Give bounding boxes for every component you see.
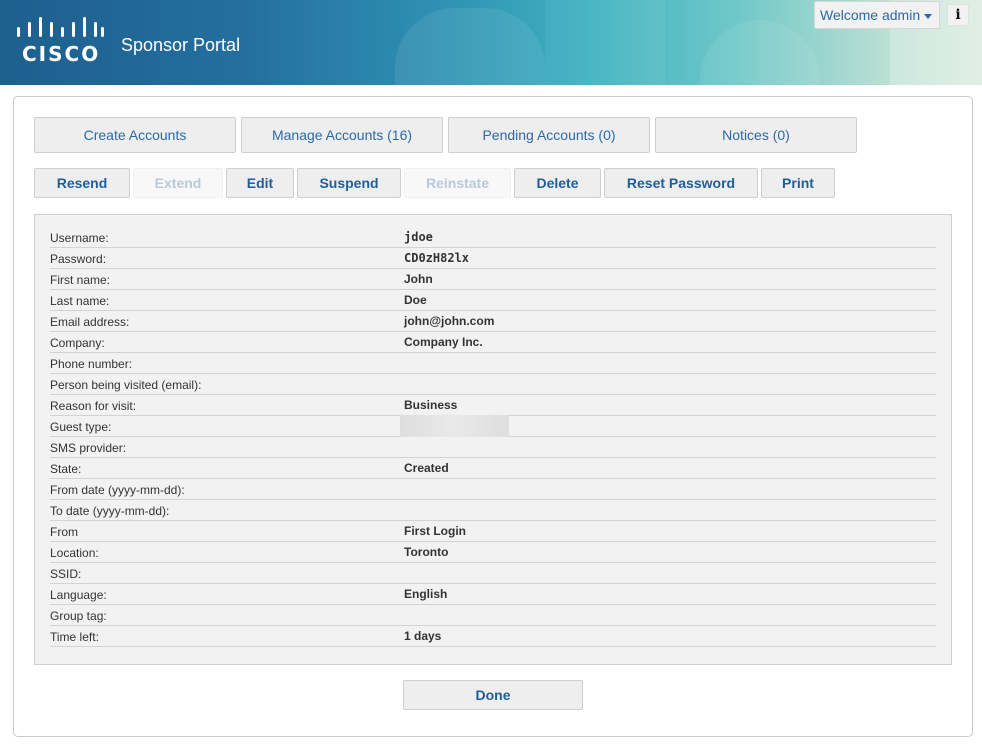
detail-label: From: [50, 525, 78, 539]
portal-header: CISCO Sponsor Portal Welcome admin i: [0, 0, 982, 85]
detail-value: Created: [404, 461, 449, 475]
delete-button[interactable]: Delete: [514, 168, 601, 198]
detail-value: Toronto: [404, 545, 449, 559]
reset-password-button[interactable]: Reset Password: [604, 168, 758, 198]
detail-row-person-visited: Person being visited (email):: [50, 374, 936, 395]
detail-label: SSID:: [50, 567, 82, 581]
detail-row-time-left: Time left: 1 days: [50, 626, 936, 647]
welcome-label: Welcome admin: [820, 7, 921, 23]
tab-manage-accounts[interactable]: Manage Accounts (16): [241, 117, 443, 153]
detail-row-from: From First Login: [50, 521, 936, 542]
detail-value: CD0zH82lx: [404, 251, 470, 265]
detail-label: Location:: [50, 546, 99, 560]
detail-label: Phone number:: [50, 357, 133, 371]
tab-create-accounts[interactable]: Create Accounts: [34, 117, 236, 153]
detail-row-email: Email address: john@john.com: [50, 311, 936, 332]
detail-label: Guest type:: [50, 420, 112, 434]
detail-value: jdoe: [404, 230, 433, 244]
detail-label: Language:: [50, 588, 107, 602]
detail-label: SMS provider:: [50, 441, 127, 455]
detail-row-sms-provider: SMS provider:: [50, 437, 936, 458]
detail-row-language: Language: English: [50, 584, 936, 605]
detail-label: From date (yyyy-mm-dd):: [50, 483, 185, 497]
detail-value: 1 days: [404, 629, 442, 643]
detail-row-phone: Phone number:: [50, 353, 936, 374]
detail-label: Group tag:: [50, 609, 107, 623]
detail-row-reason: Reason for visit: Business: [50, 395, 936, 416]
redacted-value: [400, 415, 509, 437]
header-decoration: [700, 20, 820, 85]
tab-notices[interactable]: Notices (0): [655, 117, 857, 153]
detail-row-guest-type: Guest type:: [50, 415, 936, 437]
cisco-bars-icon: [17, 17, 104, 37]
suspend-button[interactable]: Suspend: [297, 168, 401, 198]
header-decoration: [395, 8, 545, 85]
cisco-logo: CISCO: [16, 17, 106, 66]
account-details: Username: jdoe Password: CD0zH82lx First…: [34, 214, 952, 665]
detail-label: Person being visited (email):: [50, 378, 202, 392]
detail-label: To date (yyyy-mm-dd):: [50, 504, 170, 518]
welcome-user-menu[interactable]: Welcome admin: [814, 1, 940, 29]
reinstate-button[interactable]: Reinstate: [404, 168, 511, 198]
detail-value: john@john.com: [404, 314, 495, 328]
detail-label: Company:: [50, 336, 105, 350]
detail-label: State:: [50, 462, 82, 476]
account-details-panel: Create Accounts Manage Accounts (16) Pen…: [13, 96, 973, 737]
edit-button[interactable]: Edit: [226, 168, 294, 198]
detail-value: Business: [404, 398, 458, 412]
detail-row-to-date: To date (yyyy-mm-dd):: [50, 500, 936, 521]
cisco-wordmark: CISCO: [22, 42, 101, 66]
detail-label: Time left:: [50, 630, 99, 644]
detail-label: Password:: [50, 252, 107, 266]
detail-label: First name:: [50, 273, 111, 287]
detail-label: Email address:: [50, 315, 130, 329]
detail-row-last-name: Last name: Doe: [50, 290, 936, 311]
tab-pending-accounts[interactable]: Pending Accounts (0): [448, 117, 650, 153]
info-icon[interactable]: i: [947, 4, 969, 26]
portal-title: Sponsor Portal: [121, 35, 241, 55]
detail-row-state: State: Created: [50, 458, 936, 479]
detail-row-company: Company: Company Inc.: [50, 332, 936, 353]
detail-label: Last name:: [50, 294, 110, 308]
detail-value: Company Inc.: [404, 335, 483, 349]
detail-row-password: Password: CD0zH82lx: [50, 248, 936, 269]
detail-value: John: [404, 272, 433, 286]
detail-label: Username:: [50, 231, 109, 245]
caret-down-icon: [924, 13, 933, 19]
detail-label: Reason for visit:: [50, 399, 137, 413]
detail-row-username: Username: jdoe: [50, 227, 936, 248]
header-decoration: [545, 0, 665, 85]
detail-row-first-name: First name: John: [50, 269, 936, 290]
detail-value: Doe: [404, 293, 427, 307]
detail-row-from-date: From date (yyyy-mm-dd):: [50, 479, 936, 500]
resend-button[interactable]: Resend: [34, 168, 130, 198]
print-button[interactable]: Print: [761, 168, 835, 198]
done-button[interactable]: Done: [403, 680, 583, 710]
detail-row-location: Location: Toronto: [50, 542, 936, 563]
detail-value: First Login: [404, 524, 466, 538]
detail-row-group-tag: Group tag:: [50, 605, 936, 626]
detail-value: English: [404, 587, 448, 601]
detail-row-ssid: SSID:: [50, 563, 936, 584]
extend-button[interactable]: Extend: [133, 168, 223, 198]
